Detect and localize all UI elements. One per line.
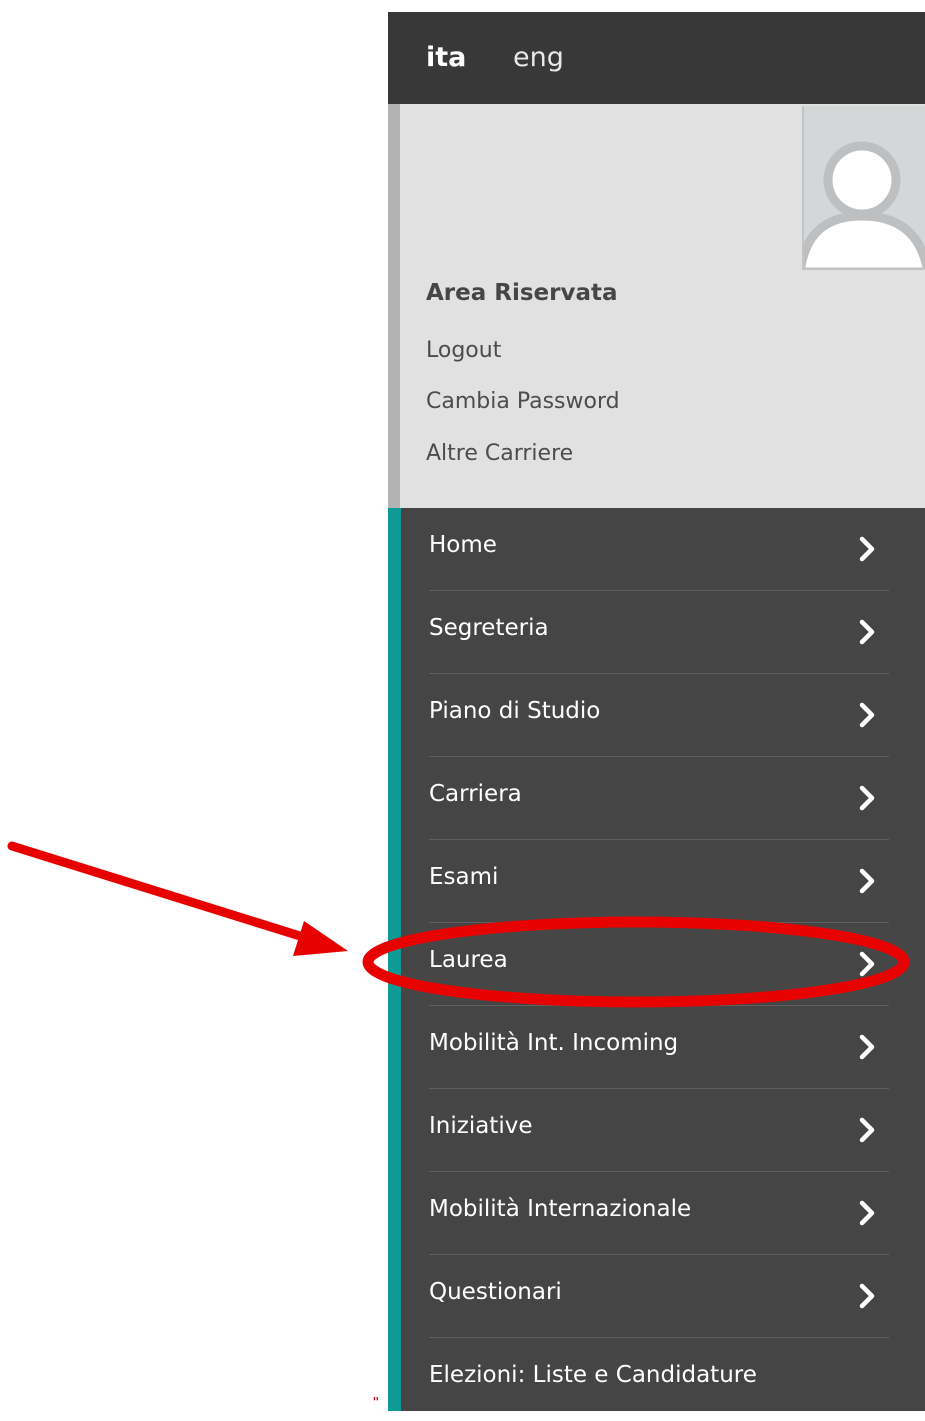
chevron-right-icon [859,951,875,977]
language-ita[interactable]: ita [426,40,466,76]
main-menu: Home Segreteria Piano di Studio Carriera… [388,508,925,1411]
chevron-right-icon [859,785,875,811]
chevron-right-icon [859,536,875,562]
chevron-right-icon [859,619,875,645]
reserved-area-title: Area Riservata [426,280,618,306]
menu-item-iniziative[interactable]: Iniziative [429,1089,889,1172]
annotation-arrow-shaft [7,841,321,946]
menu-item-label: Mobilità Internazionale [429,1196,692,1222]
menu-item-elezioni[interactable]: Elezioni: Liste e Candidature [429,1338,889,1421]
user-area-strip [388,104,400,508]
sidebar-panel: ita eng Area Riservata Logout Cambia Pas… [388,12,925,1411]
chevron-right-icon [859,1117,875,1143]
menu-item-label: Mobilità Int. Incoming [429,1030,679,1056]
menu-item-segreteria[interactable]: Segreteria [429,591,889,674]
menu-item-label: Carriera [429,781,522,807]
menu-item-piano-di-studio[interactable]: Piano di Studio [429,674,889,757]
menu-item-carriera[interactable]: Carriera [429,757,889,840]
menu-item-questionari[interactable]: Questionari [429,1255,889,1338]
chevron-right-icon [859,1200,875,1226]
menu-item-label: Piano di Studio [429,698,601,724]
menu-item-label: Laurea [429,947,508,973]
menu-item-home[interactable]: Home [429,508,889,591]
annotation-stray-mark: " [373,1395,379,1412]
menu-item-label: Iniziative [429,1113,533,1139]
menu-item-esami[interactable]: Esami [429,840,889,923]
user-area: Area Riservata Logout Cambia Password Al… [388,104,925,508]
menu-item-label: Esami [429,864,499,890]
menu-item-label: Segreteria [429,615,549,641]
change-password-link[interactable]: Cambia Password [426,389,620,414]
chevron-right-icon [859,1283,875,1309]
language-eng[interactable]: eng [513,40,564,76]
menu-accent-strip [388,508,401,1411]
menu-item-mobilita-int-incoming[interactable]: Mobilità Int. Incoming [429,1006,889,1089]
logout-link[interactable]: Logout [426,338,501,363]
avatar [802,106,925,270]
chevron-right-icon [859,702,875,728]
chevron-right-icon [859,1034,875,1060]
user-silhouette-icon [804,141,925,268]
chevron-right-icon [859,868,875,894]
menu-item-mobilita-internazionale[interactable]: Mobilità Internazionale [429,1172,889,1255]
language-bar: ita eng [388,12,925,104]
menu-item-label: Home [429,532,497,558]
menu-item-label: Elezioni: Liste e Candidature [429,1362,757,1388]
menu-item-laurea[interactable]: Laurea [429,923,889,1006]
other-careers-link[interactable]: Altre Carriere [426,441,573,466]
annotation-arrow-head [293,921,348,956]
menu-item-label: Questionari [429,1279,562,1305]
